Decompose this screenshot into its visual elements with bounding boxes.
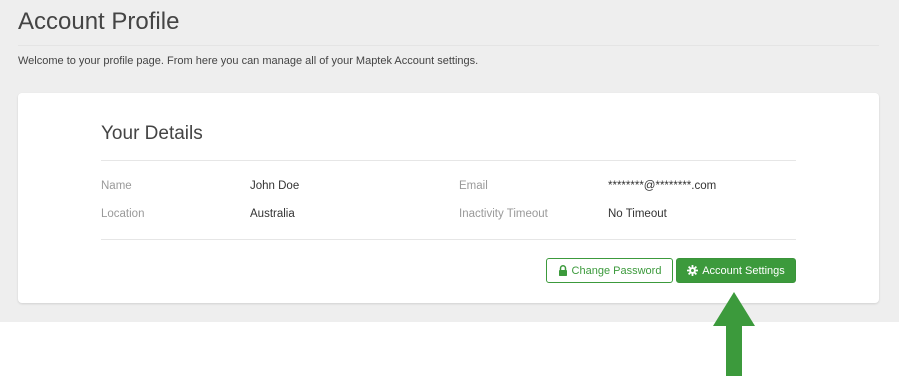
account-settings-label: Account Settings <box>702 264 785 277</box>
inactivity-timeout-label: Inactivity Timeout <box>459 208 548 220</box>
arrow-up-icon <box>713 292 755 376</box>
details-divider-top <box>101 160 796 161</box>
page-title: Account Profile <box>18 8 180 35</box>
email-label: Email <box>459 180 488 192</box>
page-intro: Welcome to your profile page. From here … <box>18 55 479 67</box>
name-label: Name <box>101 180 132 192</box>
details-divider-bottom <box>101 239 796 240</box>
change-password-button[interactable]: Change Password <box>546 258 673 283</box>
name-value: John Doe <box>250 180 300 192</box>
account-settings-button[interactable]: Account Settings <box>676 258 796 283</box>
inactivity-timeout-value: No Timeout <box>608 208 667 220</box>
gear-icon <box>687 265 699 276</box>
lock-icon <box>558 265 568 276</box>
title-divider <box>18 45 879 46</box>
location-value: Australia <box>250 208 295 220</box>
change-password-label: Change Password <box>571 264 662 277</box>
details-heading: Your Details <box>101 123 203 144</box>
location-label: Location <box>101 208 145 220</box>
email-value: ********@********.com <box>608 180 717 192</box>
details-card: Your Details Name John Doe Email *******… <box>18 93 879 303</box>
